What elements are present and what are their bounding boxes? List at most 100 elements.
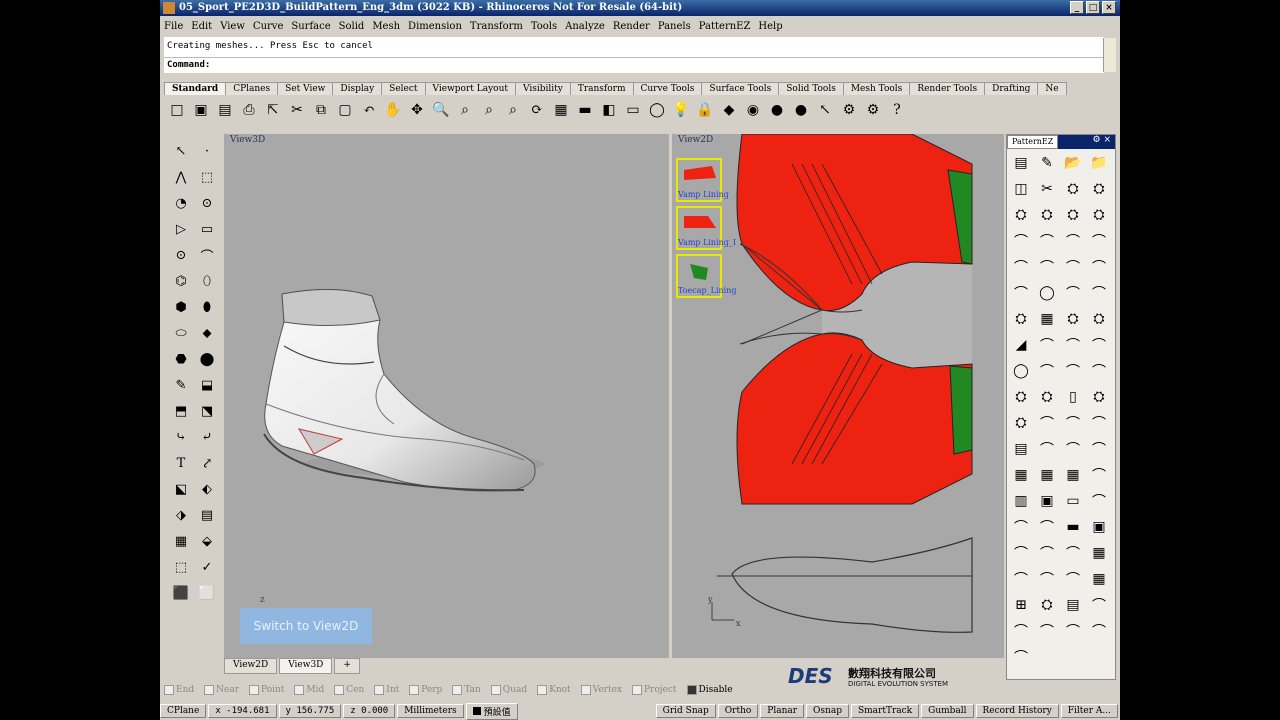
layer-label[interactable]: 預設值: [465, 702, 518, 720]
patternez-tool-icon[interactable]: 📁: [1087, 151, 1111, 175]
left-tool-icon[interactable]: ▤: [196, 504, 218, 526]
osnap-mid[interactable]: Mid: [294, 685, 324, 695]
patternez-tool-icon[interactable]: ▣: [1035, 489, 1059, 513]
cut-icon[interactable]: ✂: [286, 99, 308, 121]
save-icon[interactable]: ▤: [214, 99, 236, 121]
osnap-checkbox[interactable]: [409, 685, 420, 695]
left-tool-icon[interactable]: ⌬: [170, 270, 192, 292]
left-tool-icon[interactable]: ↖: [170, 140, 192, 162]
close-icon[interactable]: ×: [1102, 1, 1116, 14]
left-tool-icon[interactable]: ⬛: [170, 582, 192, 604]
settings-icon[interactable]: ⚙: [838, 99, 860, 121]
menu-item-curve[interactable]: Curve: [249, 21, 287, 32]
left-tool-icon[interactable]: ⬒: [170, 400, 192, 422]
menu-item-transform[interactable]: Transform: [466, 21, 527, 32]
cplane-icon[interactable]: ▬: [574, 99, 596, 121]
command-prompt[interactable]: Command:: [164, 57, 1104, 73]
tab-mesh-tools[interactable]: Mesh Tools: [842, 82, 911, 95]
patternez-tool-icon[interactable]: ⊞: [1009, 593, 1033, 617]
left-tool-icon[interactable]: ⬓: [196, 374, 218, 396]
osnap-checkbox[interactable]: [374, 685, 385, 695]
osnap-checkbox[interactable]: [631, 685, 642, 695]
render-icon[interactable]: ●: [790, 99, 812, 121]
patternez-tool-icon[interactable]: ⛭: [1087, 307, 1111, 331]
add-viewport-tab[interactable]: +: [334, 658, 360, 674]
tab-cplanes[interactable]: CPlanes: [225, 82, 279, 95]
left-tool-icon[interactable]: ⤶: [196, 426, 218, 448]
osnap-checkbox[interactable]: [452, 685, 463, 695]
osnap-tan[interactable]: Tan: [452, 685, 481, 695]
ellipse-icon[interactable]: ◯: [646, 99, 668, 121]
status-toggle-osnap[interactable]: Osnap: [806, 704, 849, 718]
patternez-tool-icon[interactable]: ⌒: [1061, 437, 1085, 461]
menu-item-file[interactable]: File: [160, 21, 187, 32]
patternez-tool-icon[interactable]: ⌒: [1061, 541, 1085, 565]
rectangle-icon[interactable]: ▭: [622, 99, 644, 121]
menu-item-dimension[interactable]: Dimension: [404, 21, 466, 32]
maximize-icon[interactable]: □: [1086, 1, 1100, 14]
status-toggle-record-history[interactable]: Record History: [975, 704, 1059, 718]
patternez-tool-icon[interactable]: ▭: [1061, 489, 1085, 513]
zoom-extents-icon[interactable]: ⌕: [478, 99, 500, 121]
osnap-checkbox[interactable]: [164, 685, 174, 695]
patternez-tool-icon[interactable]: ⌒: [1009, 619, 1033, 643]
patternez-tool-icon[interactable]: ⌒: [1035, 255, 1059, 279]
rotate-view-icon[interactable]: ⟳: [526, 99, 548, 121]
patternez-tool-icon[interactable]: ⌒: [1061, 229, 1085, 253]
patternez-tool-icon[interactable]: ▣: [1087, 515, 1111, 539]
pattern-thumb[interactable]: Vamp Lining: [676, 158, 729, 202]
patternez-tool-icon[interactable]: ▤: [1009, 437, 1033, 461]
undo-icon[interactable]: ↶: [358, 99, 380, 121]
left-tool-icon[interactable]: ⬣: [170, 348, 192, 370]
menu-item-tools[interactable]: Tools: [527, 21, 561, 32]
patternez-tool-icon[interactable]: ✂: [1035, 177, 1059, 201]
help-icon[interactable]: ?: [886, 99, 908, 121]
menu-item-analyze[interactable]: Analyze: [561, 21, 609, 32]
left-tool-icon[interactable]: ⬚: [170, 556, 192, 578]
left-tool-icon[interactable]: ⋀: [170, 166, 192, 188]
viewport-3d[interactable]: View3D z Switch to View2D: [224, 134, 669, 658]
move-icon[interactable]: ✥: [406, 99, 428, 121]
tab-solid-tools[interactable]: Solid Tools: [778, 82, 844, 95]
light-icon[interactable]: 💡: [670, 99, 692, 121]
osnap-cen[interactable]: Cen: [334, 685, 364, 695]
pattern-thumb[interactable]: Toecap_Lining: [676, 254, 737, 298]
patternez-tool-icon[interactable]: ⌒: [1087, 619, 1111, 643]
left-tool-icon[interactable]: ⊙: [170, 244, 192, 266]
left-tool-icon[interactable]: ⬗: [170, 504, 192, 526]
osnap-checkbox[interactable]: [686, 685, 697, 695]
command-scrollbar[interactable]: [1103, 38, 1116, 72]
osnap-checkbox[interactable]: [580, 685, 591, 695]
patternez-tool-icon[interactable]: ⌒: [1035, 333, 1059, 357]
patternez-tool-icon[interactable]: ⌒: [1009, 645, 1033, 669]
osnap-checkbox[interactable]: [204, 685, 215, 695]
left-tool-icon[interactable]: ⬜: [196, 582, 218, 604]
left-tool-icon[interactable]: ⬯: [196, 270, 218, 292]
patternez-tool-icon[interactable]: ⌒: [1061, 281, 1085, 305]
patternez-tool-icon[interactable]: ⛭: [1009, 307, 1033, 331]
status-toggle-planar[interactable]: Planar: [760, 704, 805, 718]
osnap-knot[interactable]: Knot: [537, 685, 571, 695]
status-toggle-filter-a-[interactable]: Filter A...: [1060, 704, 1118, 718]
patternez-tool-icon[interactable]: ▦: [1035, 307, 1059, 331]
menu-item-render[interactable]: Render: [609, 21, 654, 32]
left-tool-icon[interactable]: T: [170, 452, 192, 474]
patternez-tool-icon[interactable]: ⛭: [1061, 307, 1085, 331]
left-tool-icon[interactable]: ✓: [196, 556, 218, 578]
color-wheel-icon[interactable]: ◉: [742, 99, 764, 121]
patternez-tool-icon[interactable]: 📂: [1061, 151, 1085, 175]
tab-display[interactable]: Display: [332, 82, 383, 95]
patternez-tool-icon[interactable]: ⌒: [1061, 567, 1085, 591]
left-tool-icon[interactable]: ⊙: [196, 192, 218, 214]
left-tool-icon[interactable]: ⬙: [196, 530, 218, 552]
osnap-checkbox[interactable]: [294, 685, 305, 695]
left-tool-icon[interactable]: ⬢: [170, 296, 192, 318]
osnap-checkbox[interactable]: [490, 685, 501, 695]
patternez-tool-icon[interactable]: ⌒: [1061, 333, 1085, 357]
status-toggle-gumball[interactable]: Gumball: [921, 704, 974, 718]
patternez-tool-icon[interactable]: ⌒: [1035, 359, 1059, 383]
viewport-tab-view2d[interactable]: View2D: [224, 658, 278, 674]
viewport-tab-view3d[interactable]: View3D: [279, 658, 333, 674]
tab-curve-tools[interactable]: Curve Tools: [632, 82, 703, 95]
patternez-tool-icon[interactable]: ▯: [1061, 385, 1085, 409]
